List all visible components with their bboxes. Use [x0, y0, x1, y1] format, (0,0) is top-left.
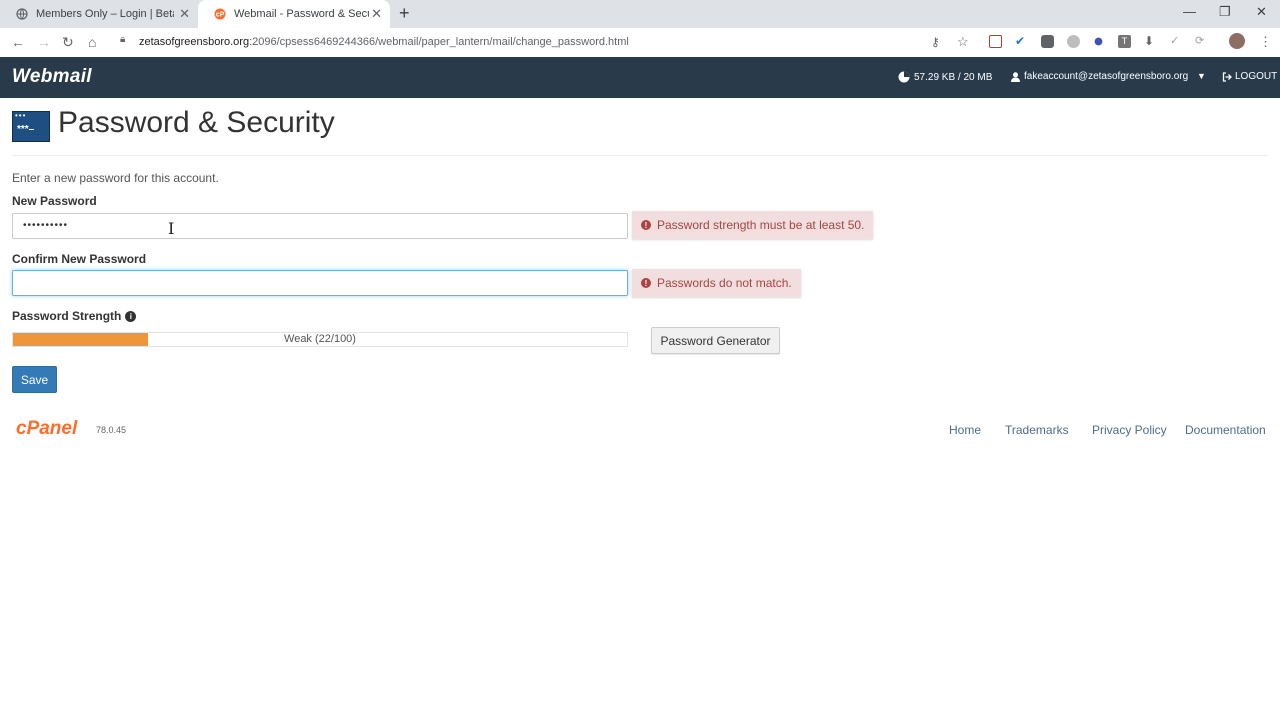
- confirm-password-input[interactable]: [12, 270, 628, 296]
- text-cursor-icon: I: [168, 219, 175, 238]
- extension-icon[interactable]: T: [1118, 35, 1131, 48]
- download-icon[interactable]: ⬇: [1144, 35, 1157, 48]
- quota-text: 57.29 KB / 20 MB: [914, 71, 993, 83]
- password-page-icon: ••• ***–: [12, 111, 50, 142]
- footer-link-privacy-policy[interactable]: Privacy Policy: [1092, 423, 1167, 437]
- password-strength-meter: Weak (22/100): [12, 332, 628, 347]
- close-tab-icon[interactable]: ✕: [371, 7, 382, 21]
- browser-menu-icon[interactable]: ⋮: [1259, 34, 1272, 50]
- info-icon[interactable]: i: [125, 311, 137, 323]
- globe-icon: [16, 8, 28, 20]
- extension-icon[interactable]: ⟳: [1195, 35, 1208, 48]
- extension-icon[interactable]: [1067, 35, 1080, 48]
- extension-icon[interactable]: [989, 35, 1002, 48]
- error-icon: !: [641, 278, 651, 288]
- disk-quota[interactable]: 57.29 KB / 20 MB: [898, 71, 992, 83]
- logout-label: LOGOUT: [1235, 71, 1278, 82]
- confirm-password-error: ! Passwords do not match.: [632, 269, 801, 297]
- page-title: Password & Security: [58, 106, 335, 139]
- lock-icon: 🔒︎: [120, 34, 126, 45]
- new-password-error: ! Password strength must be at least 50.: [632, 211, 874, 239]
- tab-title: Webmail - Password & Security: [234, 8, 369, 20]
- chevron-down-icon[interactable]: ▼: [1197, 71, 1206, 81]
- reload-icon[interactable]: ↻: [62, 34, 74, 50]
- strength-meter-text: Weak (22/100): [284, 333, 356, 345]
- profile-avatar[interactable]: [1229, 33, 1245, 49]
- new-password-input[interactable]: ••••••••••: [12, 213, 628, 239]
- pie-chart-icon: [898, 71, 910, 83]
- checkmark-extension-icon[interactable]: ✔: [1015, 35, 1028, 48]
- logout-icon: [1222, 71, 1232, 82]
- back-icon[interactable]: ←: [11, 34, 25, 50]
- footer-link-home[interactable]: Home: [949, 423, 981, 437]
- footer-link-documentation[interactable]: Documentation: [1185, 423, 1266, 437]
- browser-toolbar: ← → ↻ ⌂ 🔒︎ zetasofgreensboro.org:2096/cp…: [0, 28, 1280, 58]
- logout-link[interactable]: LOGOUT: [1222, 71, 1277, 82]
- save-button[interactable]: Save: [12, 366, 57, 393]
- minimize-icon[interactable]: —: [1183, 4, 1196, 19]
- user-icon: [1011, 71, 1020, 82]
- cpanel-logo: cPanel: [16, 418, 78, 439]
- browser-tab-strip: Members Only – Login | Beta Nu ✕ cP Webm…: [0, 0, 1280, 28]
- password-strength-label: Password Strength i: [12, 309, 137, 323]
- new-password-label: New Password: [12, 194, 97, 208]
- extension-icon[interactable]: [1094, 37, 1103, 46]
- account-email: fakeaccount@zetasofgreensboro.org: [1024, 71, 1189, 82]
- svg-text:cP: cP: [216, 12, 225, 19]
- tab-title: Members Only – Login | Beta Nu: [36, 8, 174, 20]
- close-icon[interactable]: ✕: [1256, 4, 1267, 20]
- extension-icon[interactable]: [1041, 35, 1054, 48]
- error-text: Passwords do not match.: [657, 276, 792, 290]
- close-tab-icon[interactable]: ✕: [179, 7, 190, 21]
- browser-tab-members[interactable]: Members Only – Login | Beta Nu ✕: [0, 0, 198, 28]
- cpanel-version: 78.0.45: [96, 425, 127, 435]
- webmail-logo[interactable]: Webmail: [12, 66, 92, 88]
- intro-text: Enter a new password for this account.: [12, 171, 219, 185]
- key-icon[interactable]: ⚷: [931, 34, 940, 50]
- cpanel-favicon-icon: cP: [214, 8, 226, 20]
- footer-link-trademarks[interactable]: Trademarks: [1005, 423, 1069, 437]
- account-menu[interactable]: fakeaccount@zetasofgreensboro.org: [1011, 71, 1188, 82]
- bookmark-star-icon[interactable]: ☆: [957, 34, 969, 50]
- forward-icon[interactable]: →: [37, 34, 51, 50]
- new-tab-icon[interactable]: +: [399, 4, 410, 22]
- home-icon[interactable]: ⌂: [88, 34, 96, 50]
- divider: [12, 155, 1268, 156]
- url-text: zetasofgreensboro.org:2096/cpsess6469244…: [139, 36, 629, 48]
- maximize-icon[interactable]: ❐: [1219, 4, 1231, 20]
- password-generator-button[interactable]: Password Generator: [651, 327, 780, 354]
- error-text: Password strength must be at least 50.: [657, 218, 865, 232]
- extension-icon[interactable]: ✓: [1170, 35, 1183, 48]
- error-icon: !: [641, 220, 651, 230]
- address-bar[interactable]: 🔒︎ zetasofgreensboro.org:2096/cpsess6469…: [110, 31, 980, 53]
- confirm-password-label: Confirm New Password: [12, 252, 147, 266]
- webmail-header: Webmail 57.29 KB / 20 MB fakeaccount@zet…: [0, 57, 1280, 98]
- browser-tab-webmail[interactable]: cP Webmail - Password & Security ✕: [198, 0, 390, 28]
